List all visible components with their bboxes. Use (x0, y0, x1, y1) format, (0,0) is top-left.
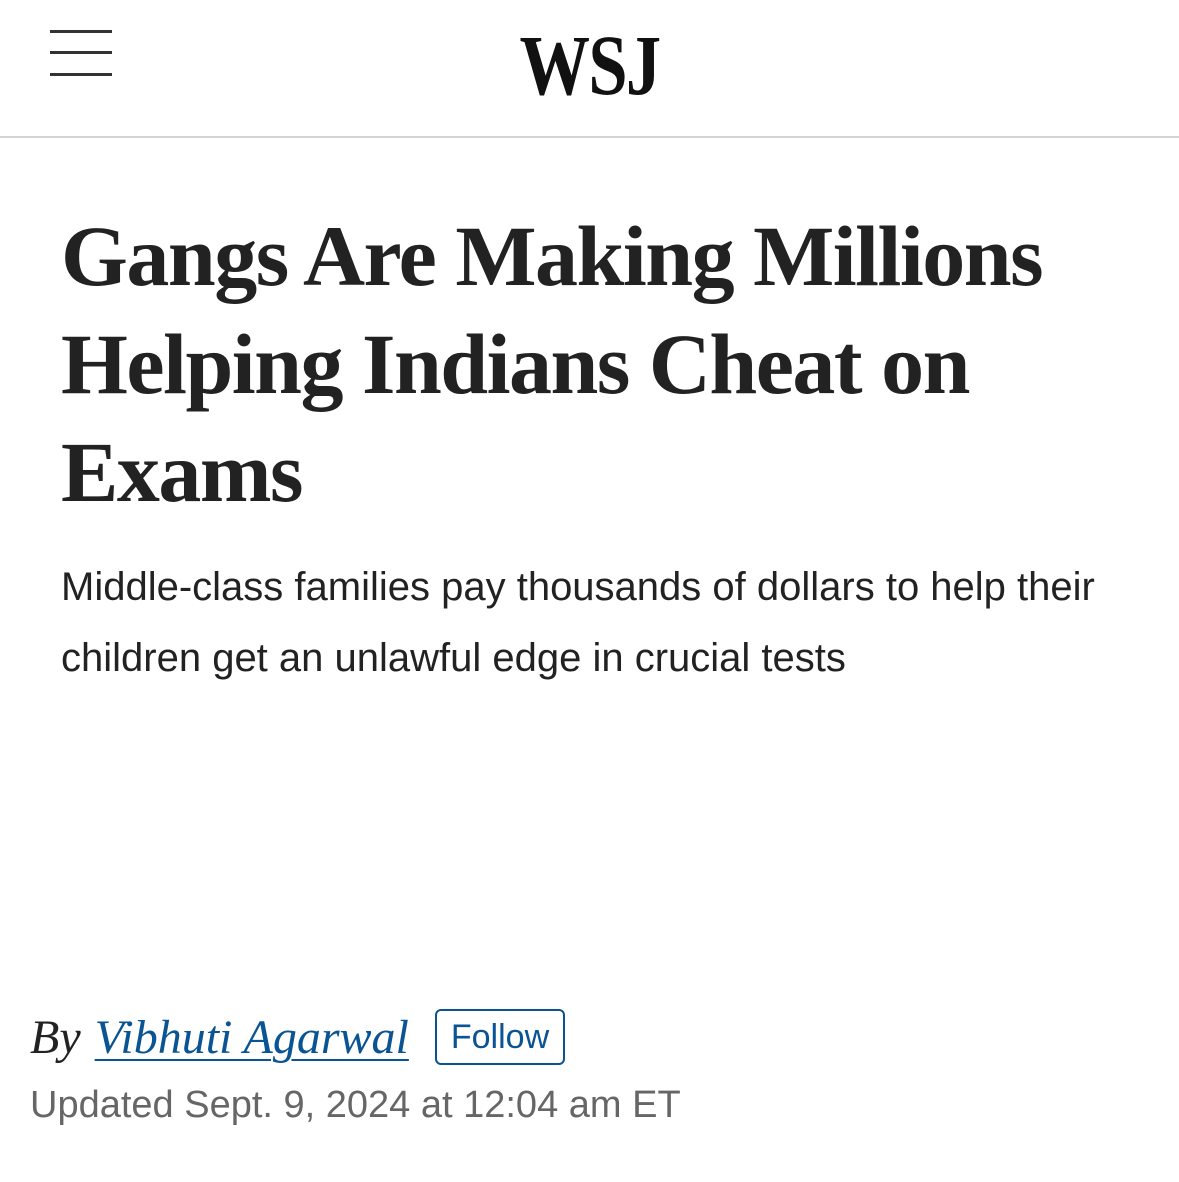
byline: By Vibhuti Agarwal Follow (30, 1006, 566, 1068)
hamburger-menu-icon[interactable] (50, 28, 112, 80)
byline-prefix: By (30, 1010, 81, 1064)
wsj-logo[interactable]: WSJ (106, 22, 1073, 108)
menu-bar-bottom (50, 73, 112, 76)
follow-button[interactable]: Follow (434, 1009, 566, 1065)
author-link[interactable]: Vibhuti Agarwal (95, 1010, 409, 1065)
menu-bar-top (50, 30, 112, 33)
article-headline: Gangs Are Making Millions Helping Indian… (61, 208, 1044, 520)
article-subheadline: Middle-class families pay thousands of d… (61, 565, 1095, 680)
top-header: WSJ (0, 0, 1179, 138)
article-timestamp: Updated Sept. 9, 2024 at 12:04 am ET (30, 1084, 681, 1126)
menu-bar-middle (50, 51, 112, 54)
